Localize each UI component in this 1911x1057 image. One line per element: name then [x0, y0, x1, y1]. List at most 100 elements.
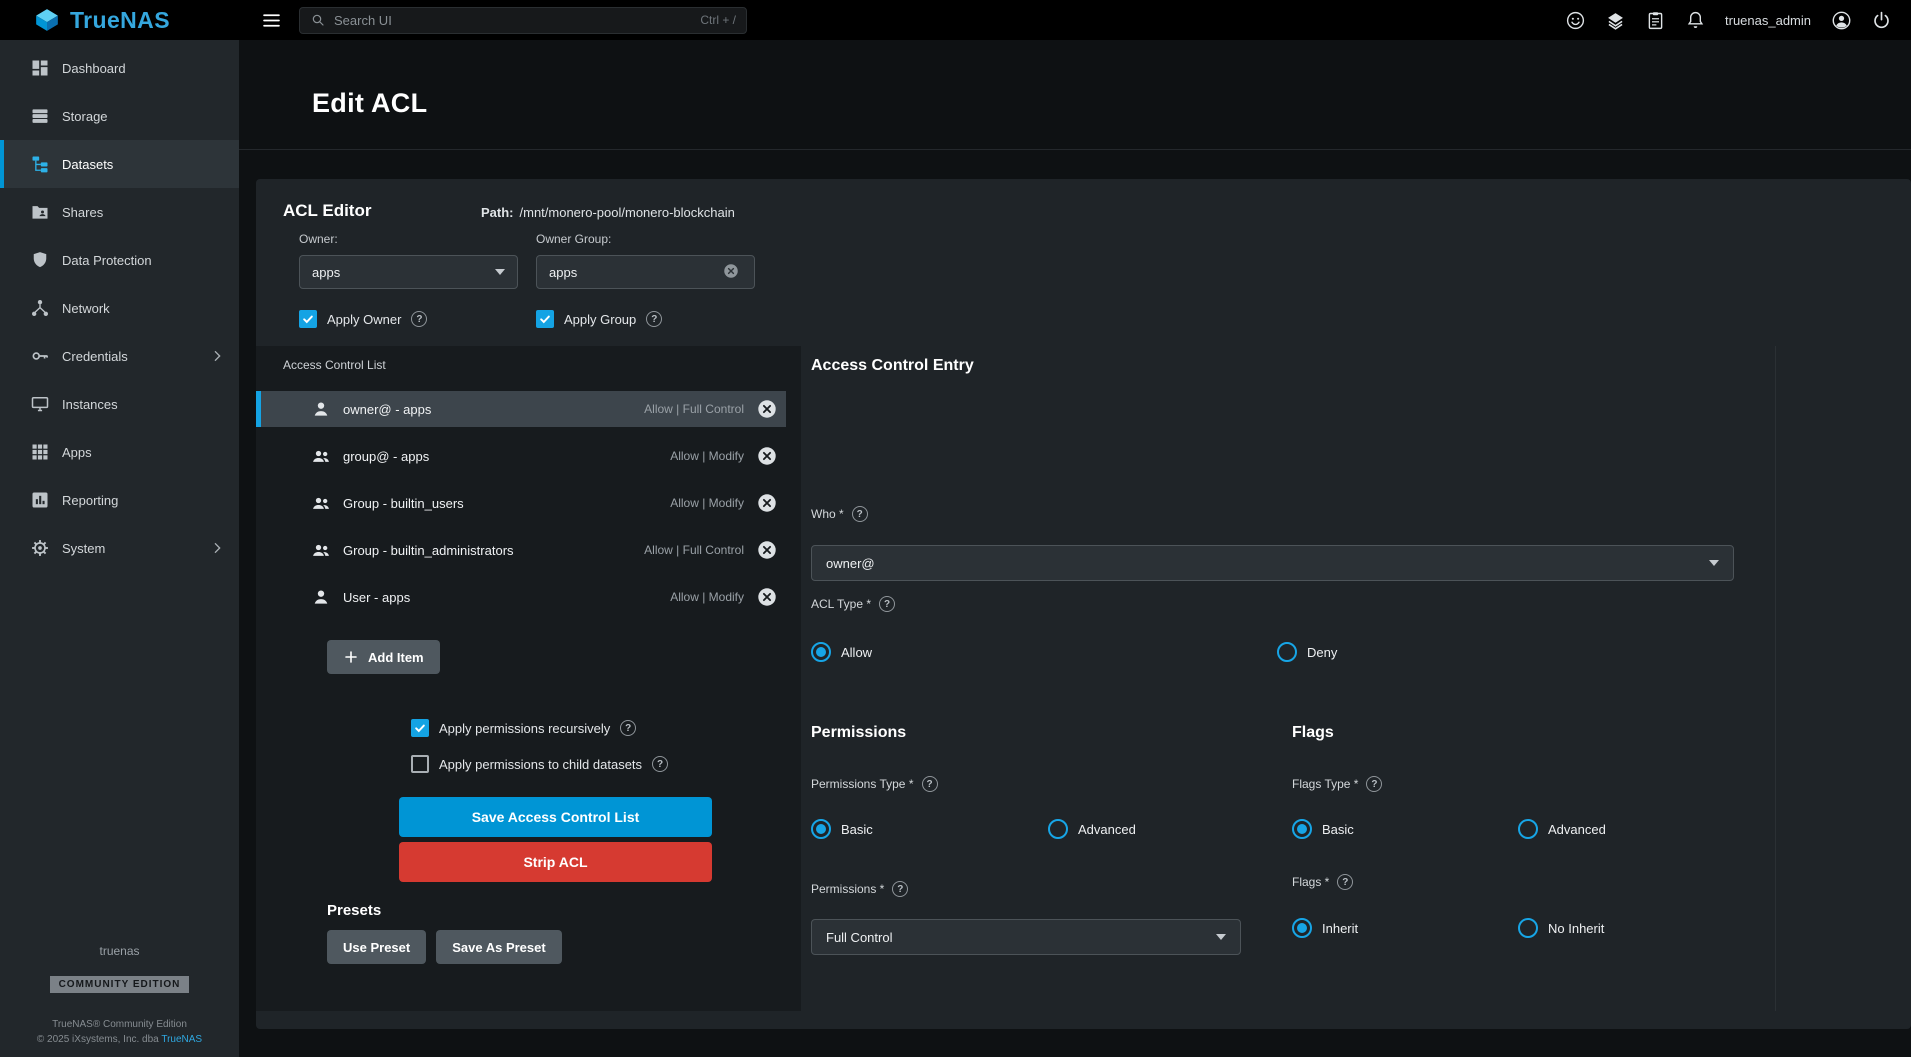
sidebar-item-network[interactable]: Network	[0, 284, 239, 332]
remove-entry-button[interactable]	[756, 445, 778, 467]
app-logo-text: TrueNAS	[70, 7, 170, 34]
apply-group-checkbox[interactable]	[536, 310, 554, 328]
acl-entry-row[interactable]: User - apps Allow | Modify	[256, 579, 786, 615]
sidebar-item-instances[interactable]: Instances	[0, 380, 239, 428]
remove-entry-button[interactable]	[756, 398, 778, 420]
flags-no-inherit-radio[interactable]: No Inherit	[1518, 918, 1604, 938]
hostname: truenas	[0, 944, 239, 958]
sidebar-item-label: Network	[62, 301, 110, 316]
acl-editor-title: ACL Editor	[283, 201, 371, 221]
truenas-link[interactable]: TrueNAS	[161, 1034, 202, 1045]
save-acl-button[interactable]: Save Access Control List	[399, 797, 712, 837]
acl-entry-permission: Allow | Full Control	[644, 543, 744, 557]
topbar: TrueNAS Search UI Ctrl + /	[0, 0, 1911, 40]
group-icon	[311, 540, 331, 560]
alerts-button[interactable]	[1681, 6, 1709, 34]
person-icon	[311, 399, 331, 419]
truecommand-button[interactable]	[1601, 6, 1629, 34]
permissions-type-basic-radio[interactable]: Basic	[811, 819, 873, 839]
sidebar-item-dashboard[interactable]: Dashboard	[0, 44, 239, 92]
owner-value: apps	[312, 265, 340, 280]
remove-entry-button[interactable]	[756, 492, 778, 514]
account-button[interactable]	[1827, 6, 1855, 34]
acl-editor-header: ACL Editor Path:/mnt/monero-pool/monero-…	[256, 179, 1911, 346]
jobs-button[interactable]	[1641, 6, 1669, 34]
app-logo[interactable]: TrueNAS	[0, 7, 239, 34]
footer-copyright: © 2025 iXsystems, Inc. dba TrueNAS	[0, 1034, 239, 1045]
chevron-right-icon	[209, 540, 225, 556]
remove-entry-button[interactable]	[756, 586, 778, 608]
hamburger-icon	[261, 10, 282, 31]
clear-owner-group-button[interactable]	[722, 262, 742, 282]
person-icon	[311, 587, 331, 607]
acl-type-allow-radio[interactable]: Allow	[811, 642, 872, 662]
permissions-select[interactable]: Full Control	[811, 919, 1241, 955]
save-as-preset-button[interactable]: Save As Preset	[436, 930, 561, 964]
apply-owner-checkbox[interactable]	[299, 310, 317, 328]
acl-entry-row[interactable]: Group - builtin_administrators Allow | F…	[256, 532, 786, 568]
sidebar-item-label: Reporting	[62, 493, 118, 508]
sidebar-item-apps[interactable]: Apps	[0, 428, 239, 476]
who-select[interactable]: owner@	[811, 545, 1734, 581]
permissions-type-advanced-radio[interactable]: Advanced	[1048, 819, 1136, 839]
sidebar-item-credentials[interactable]: Credentials	[0, 332, 239, 380]
radio-selected-icon	[1292, 918, 1312, 938]
add-item-button[interactable]: Add Item	[327, 640, 440, 674]
help-icon[interactable]	[646, 311, 662, 327]
menu-toggle-button[interactable]	[257, 6, 285, 34]
flags-inherit-radio[interactable]: Inherit	[1292, 918, 1358, 938]
sidebar-item-shares[interactable]: Shares	[0, 188, 239, 236]
help-icon[interactable]	[620, 720, 636, 736]
flags-type-basic-radio[interactable]: Basic	[1292, 819, 1354, 839]
acl-entry-name: Group - builtin_users	[343, 496, 464, 511]
acl-entry-name: Group - builtin_administrators	[343, 543, 514, 558]
help-icon[interactable]	[879, 596, 895, 612]
owner-select[interactable]: apps	[299, 255, 518, 289]
help-icon[interactable]	[1366, 776, 1382, 792]
feedback-button[interactable]	[1561, 6, 1589, 34]
add-item-label: Add Item	[368, 650, 424, 665]
owner-group-input[interactable]: apps	[536, 255, 755, 289]
radio-selected-icon	[811, 642, 831, 662]
sidebar-item-reporting[interactable]: Reporting	[0, 476, 239, 524]
apply-group-label: Apply Group	[564, 312, 636, 327]
strip-acl-button[interactable]: Strip ACL	[399, 842, 712, 882]
help-icon[interactable]	[652, 756, 668, 772]
cancel-circle-icon	[756, 539, 778, 561]
help-icon[interactable]	[852, 506, 868, 522]
power-button[interactable]	[1867, 6, 1895, 34]
remove-entry-button[interactable]	[756, 539, 778, 561]
sidebar-item-storage[interactable]: Storage	[0, 92, 239, 140]
acl-entry-list: owner@ - apps Allow | Full Control group…	[256, 391, 801, 615]
help-icon[interactable]	[922, 776, 938, 792]
help-icon[interactable]	[1337, 874, 1353, 890]
use-preset-button[interactable]: Use Preset	[327, 930, 426, 964]
flags-type-label: Flags Type *	[1292, 776, 1382, 792]
acl-entry-row[interactable]: Group - builtin_users Allow | Modify	[256, 485, 786, 521]
search-input[interactable]: Search UI Ctrl + /	[299, 7, 747, 34]
help-icon[interactable]	[892, 881, 908, 897]
sidebar-item-datasets[interactable]: Datasets	[0, 140, 239, 188]
acl-type-deny-radio[interactable]: Deny	[1277, 642, 1337, 662]
acl-entry-row[interactable]: group@ - apps Allow | Modify	[256, 438, 786, 474]
apply-group-row: Apply Group	[536, 310, 662, 328]
copyright-text: © 2025 iXsystems, Inc. dba	[37, 1034, 161, 1045]
flags-type-advanced-radio[interactable]: Advanced	[1518, 819, 1606, 839]
sidebar-item-system[interactable]: System	[0, 524, 239, 572]
help-icon[interactable]	[411, 311, 427, 327]
sidebar-item-data-protection[interactable]: Data Protection	[0, 236, 239, 284]
acl-list-title: Access Control List	[256, 346, 801, 372]
flags-label: Flags *	[1292, 874, 1353, 890]
apply-child-datasets-checkbox[interactable]	[411, 755, 429, 773]
group-icon	[311, 446, 331, 466]
ace-title: Access Control Entry	[811, 357, 974, 375]
acl-entry-row[interactable]: owner@ - apps Allow | Full Control	[256, 391, 786, 427]
apply-recursively-checkbox[interactable]	[411, 719, 429, 737]
owner-group-label: Owner Group:	[536, 232, 611, 246]
permissions-section-title: Permissions	[811, 724, 906, 742]
search-shortcut-hint: Ctrl + /	[700, 13, 736, 27]
permissions-type-label: Permissions Type *	[811, 776, 938, 792]
gear-icon	[30, 538, 50, 558]
recursive-row: Apply permissions recursively	[411, 719, 801, 737]
key-icon	[30, 346, 50, 366]
